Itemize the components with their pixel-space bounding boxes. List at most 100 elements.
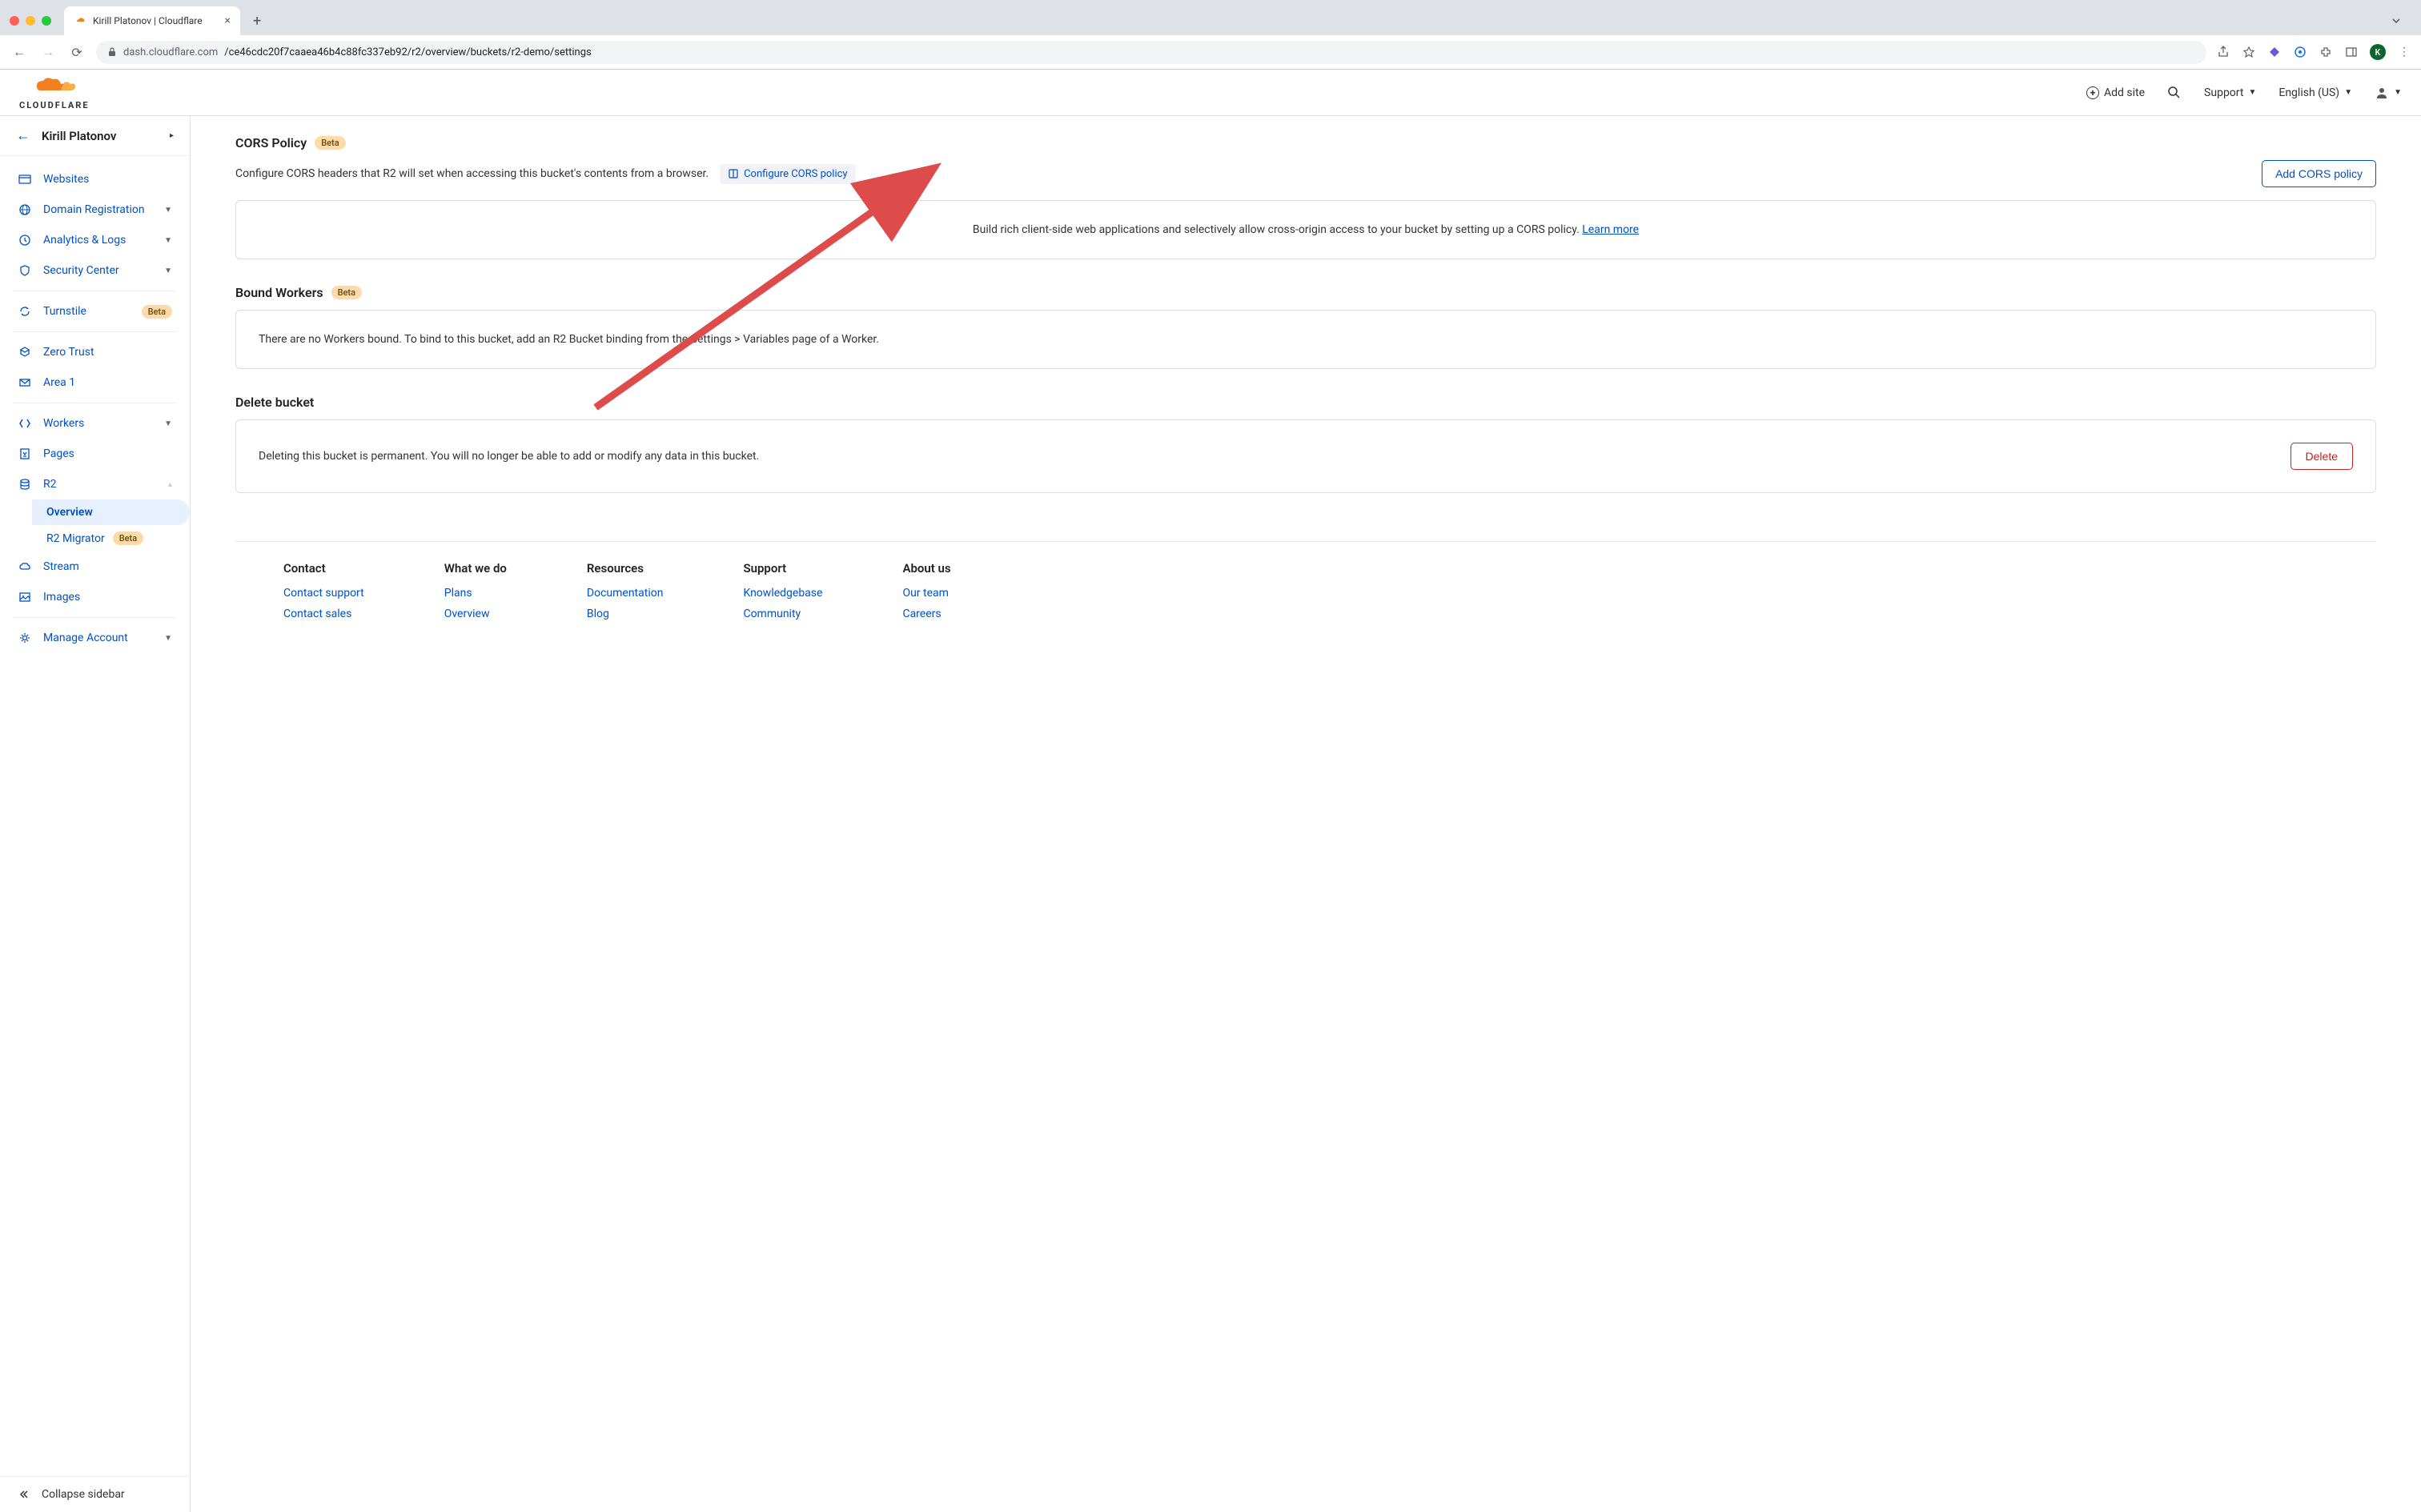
sidebar-item-analytics[interactable]: Analytics & Logs ▼ [0,225,190,255]
sidebar-item-label: Area 1 [43,376,172,389]
footer-link[interactable]: Blog [587,608,664,620]
back-arrow-icon[interactable]: ← [16,127,30,144]
lock-icon [107,47,117,57]
reload-button[interactable]: ⟳ [67,45,86,60]
language-label: English (US) [2278,86,2339,99]
extensions-icon[interactable] [2319,45,2333,59]
chevron-down-icon: ▼ [2248,88,2256,97]
tab-close-button[interactable]: × [225,14,231,27]
language-dropdown[interactable]: English (US) ▼ [2278,86,2352,99]
sidebar-sub-r2: Overview R2 Migrator Beta [0,499,190,551]
learn-more-link[interactable]: Learn more [1582,223,1639,236]
book-icon [728,168,739,179]
footer-link[interactable]: Overview [444,608,507,620]
chevron-up-icon: ▴ [168,480,172,489]
footer-link[interactable]: Contact sales [283,608,364,620]
nav-divider [13,617,177,618]
workers-icon [18,416,32,431]
chevron-down-icon: ▼ [164,634,172,643]
tabs-dropdown-button[interactable] [2391,15,2402,26]
support-dropdown[interactable]: Support ▼ [2204,86,2256,99]
sidebar: ← Kirill Platonov ▸ Websites Domain Regi… [0,116,191,1512]
browser-tab[interactable]: Kirill Platonov | Cloudflare × [64,6,240,35]
sidebar-item-area1[interactable]: Area 1 [0,367,190,398]
account-dropdown[interactable]: ▼ [2375,86,2402,100]
footer-link[interactable]: Plans [444,587,507,600]
extension-icon-2[interactable] [2293,45,2307,59]
extension-icon-1[interactable] [2267,45,2282,59]
search-icon[interactable] [2167,86,2182,100]
sidebar-item-images[interactable]: Images [0,582,190,612]
bound-workers-section: Bound Workers Beta There are no Workers … [235,285,2376,369]
configure-cors-link[interactable]: Configure CORS policy [720,164,855,184]
logo-text: CLOUDFLARE [19,100,90,110]
section-header: Bound Workers Beta [235,285,2376,300]
footer-link[interactable]: Contact support [283,587,364,600]
forward-button[interactable]: → [38,44,58,60]
browser-icon [18,172,32,186]
bookmark-icon[interactable] [2242,45,2256,59]
new-tab-button[interactable]: + [247,10,267,33]
sidebar-sub-label: R2 Migrator [46,532,105,545]
footer-link[interactable]: Knowledgebase [743,587,822,600]
delete-button[interactable]: Delete [2291,443,2353,470]
footer-link[interactable]: Our team [902,587,950,600]
footer-link[interactable]: Careers [902,608,950,620]
url-path: /ce46cdc20f7caaea46b4c88fc337eb92/r2/ove… [224,46,592,58]
sidebar-item-security[interactable]: Security Center ▼ [0,255,190,286]
add-cors-policy-button[interactable]: Add CORS policy [2262,160,2376,187]
sidebar-item-turnstile[interactable]: Turnstile Beta [0,296,190,327]
section-header: CORS Policy Beta [235,135,2376,150]
main-content: CORS Policy Beta Configure CORS headers … [191,116,2421,1512]
footer-heading: Contact [283,561,364,576]
side-panel-icon[interactable] [2344,45,2359,59]
maximize-window-button[interactable] [42,16,51,26]
sidebar-sub-label: Overview [46,506,93,519]
sidebar-item-websites[interactable]: Websites [0,164,190,195]
sidebar-item-manage-account[interactable]: Manage Account ▼ [0,623,190,653]
cloudflare-logo[interactable]: CLOUDFLARE [19,74,99,110]
footer-link[interactable]: Documentation [587,587,664,600]
delete-bucket-text: Deleting this bucket is permanent. You w… [259,450,759,463]
sidebar-sub-overview[interactable]: Overview [32,499,190,525]
delete-bucket-section: Delete bucket Deleting this bucket is pe… [235,395,2376,493]
trust-icon [18,345,32,359]
sidebar-item-label: Domain Registration [43,203,153,216]
chevron-down-icon: ▼ [164,206,172,215]
collapse-sidebar-button[interactable]: Collapse sidebar [0,1476,190,1512]
close-window-button[interactable] [10,16,19,26]
sidebar-nav: Websites Domain Registration ▼ Analytics… [0,156,190,1476]
sidebar-item-label: Analytics & Logs [43,234,153,247]
sidebar-item-label: Zero Trust [43,346,172,359]
sidebar-item-label: Security Center [43,264,153,277]
section-header: Delete bucket [235,395,2376,410]
footer-link[interactable]: Community [743,608,822,620]
database-icon [18,477,32,491]
chevron-down-icon: ▼ [2344,88,2352,97]
sidebar-item-domain-registration[interactable]: Domain Registration ▼ [0,195,190,225]
chevron-down-icon: ▼ [164,236,172,245]
sidebar-item-zero-trust[interactable]: Zero Trust [0,337,190,367]
expand-icon[interactable]: ▸ [170,131,174,140]
sidebar-item-label: Pages [43,447,172,460]
footer-heading: About us [902,561,950,576]
bound-workers-text: There are no Workers bound. To bind to t… [259,333,879,346]
url-input[interactable]: dash.cloudflare.com/ce46cdc20f7caaea46b4… [96,41,2206,64]
minimize-window-button[interactable] [26,16,35,26]
sidebar-item-workers[interactable]: Workers ▼ [0,408,190,439]
sidebar-sub-r2-migrator[interactable]: R2 Migrator Beta [32,525,190,551]
menu-icon[interactable]: ⋮ [2397,45,2411,59]
cors-policy-section: CORS Policy Beta Configure CORS headers … [235,135,2376,259]
profile-avatar[interactable]: K [2370,44,2386,60]
share-icon[interactable] [2216,45,2230,59]
sidebar-item-pages[interactable]: Pages [0,439,190,469]
sidebar-item-r2[interactable]: R2 ▴ [0,469,190,499]
header-actions: + Add site Support ▼ English (US) ▼ ▼ [2086,86,2402,100]
app-header: CLOUDFLARE + Add site Support ▼ English … [0,70,2421,116]
back-button[interactable]: ← [10,44,29,60]
mail-icon [18,375,32,390]
image-icon [18,590,32,604]
beta-badge: Beta [113,531,143,545]
sidebar-item-stream[interactable]: Stream [0,551,190,582]
add-site-button[interactable]: + Add site [2086,86,2145,99]
